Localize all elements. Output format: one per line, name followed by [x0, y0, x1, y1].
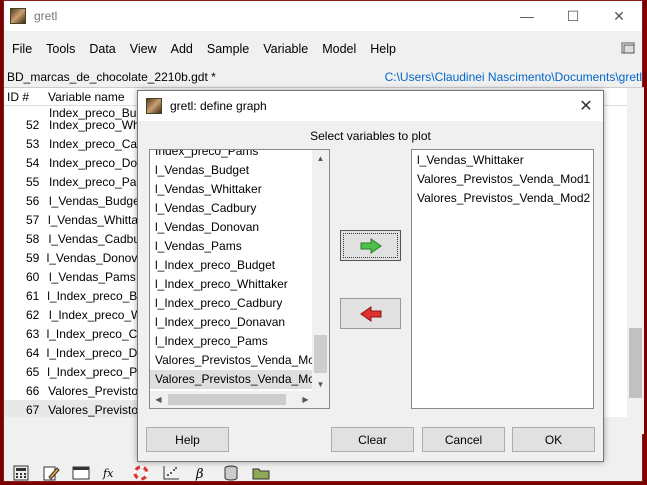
- scroll-left-icon[interactable]: ◀: [150, 391, 167, 408]
- window-list-icon[interactable]: [620, 40, 636, 56]
- list-item[interactable]: l_Index_preco_Budget: [150, 256, 314, 275]
- list-item[interactable]: l_Vendas_Whittaker: [412, 151, 593, 170]
- scroll-thumb[interactable]: [314, 335, 327, 373]
- variable-list-vscroll[interactable]: [627, 88, 644, 418]
- table-row[interactable]: 53 Index_preco_Cad: [4, 134, 144, 153]
- table-row[interactable]: 62 l_Index_preco_W: [4, 305, 144, 324]
- menu-variable[interactable]: Variable: [256, 42, 315, 56]
- table-row[interactable]: 60 l_Vendas_Pams: [4, 267, 144, 286]
- list-item[interactable]: l_Vendas_Whittaker: [150, 180, 314, 199]
- dialog-heading: Select variables to plot: [310, 129, 431, 143]
- fx-icon[interactable]: fx: [102, 465, 120, 481]
- remove-variable-button[interactable]: [340, 298, 401, 329]
- clear-button[interactable]: Clear: [331, 427, 414, 452]
- table-row[interactable]: 64 l_Index_preco_Do: [4, 343, 144, 362]
- menu-view[interactable]: View: [123, 42, 164, 56]
- table-row[interactable]: 57 l_Vendas_Whittak: [4, 210, 144, 229]
- list-item[interactable]: l_Vendas_Budget: [150, 161, 314, 180]
- list-item[interactable]: l_Index_preco_Whittaker: [150, 275, 314, 294]
- file-bar: BD_marcas_de_chocolate_2210b.gdt * C:\Us…: [4, 67, 642, 87]
- list-item[interactable]: l_Index_preco_Donavan: [150, 313, 314, 332]
- database-icon[interactable]: [222, 465, 240, 481]
- help-button[interactable]: Help: [146, 427, 229, 452]
- menu-add[interactable]: Add: [164, 42, 200, 56]
- list-item[interactable]: Index_preco_Pams: [150, 150, 314, 161]
- arrow-right-icon: [360, 237, 382, 254]
- menu-tools[interactable]: Tools: [39, 42, 82, 56]
- maximize-button[interactable]: ☐: [550, 1, 596, 31]
- dialog-titlebar: gretl: define graph ✕: [138, 91, 603, 121]
- list-item[interactable]: l_Vendas_Pams: [150, 237, 314, 256]
- dataset-filename: BD_marcas_de_chocolate_2210b.gdt *: [7, 70, 216, 84]
- col-id-header[interactable]: ID #: [4, 90, 42, 104]
- available-list-vscroll[interactable]: ▲ ▼: [312, 150, 329, 393]
- table-row[interactable]: 54 Index_preco_Don: [4, 153, 144, 172]
- close-button[interactable]: ✕: [596, 1, 642, 31]
- list-item[interactable]: l_Vendas_Donovan: [150, 218, 314, 237]
- ok-button[interactable]: OK: [512, 427, 595, 452]
- table-row[interactable]: 52 Index_preco_Wh: [4, 115, 144, 134]
- dataset-path: C:\Users\Claudinei Nascimento\Documents\…: [384, 70, 642, 84]
- list-item[interactable]: Valores_Previstos_Venda_Mod1: [412, 170, 593, 189]
- scroll-up-icon[interactable]: ▲: [312, 150, 329, 167]
- folder-icon[interactable]: [252, 465, 270, 481]
- bottom-toolbar: fx β: [4, 463, 642, 483]
- table-row[interactable]: 61 l_Index_preco_Bu: [4, 286, 144, 305]
- selected-variables-list: l_Vendas_Whittaker Valores_Previstos_Ven…: [411, 149, 594, 409]
- list-item[interactable]: l_Vendas_Cadbury: [150, 199, 314, 218]
- dialog-title: gretl: define graph: [170, 99, 267, 113]
- available-variables-list: Index_preco_Pams l_Vendas_Budget l_Venda…: [149, 149, 330, 409]
- svg-text:β: β: [195, 467, 204, 481]
- menu-help[interactable]: Help: [363, 42, 403, 56]
- terminal-icon[interactable]: [72, 465, 90, 481]
- scroll-thumb[interactable]: [168, 394, 286, 405]
- gretl-app-icon: [10, 8, 26, 24]
- table-row[interactable]: 66 Valores_Previstos: [4, 381, 144, 400]
- scatter-icon[interactable]: [162, 465, 180, 481]
- help-ring-icon[interactable]: [132, 465, 150, 481]
- available-list-hscroll[interactable]: ◀ ▶: [150, 391, 329, 408]
- list-item[interactable]: Valores_Previstos_Venda_Mod1: [150, 351, 314, 370]
- svg-text:fx: fx: [102, 467, 114, 480]
- table-row[interactable]: 56 l_Vendas_Budget: [4, 191, 144, 210]
- beta-icon[interactable]: β: [192, 465, 210, 481]
- table-row[interactable]: 58 l_Vendas_Cadbur: [4, 229, 144, 248]
- edit-icon[interactable]: [42, 465, 60, 481]
- menu-data[interactable]: Data: [82, 42, 122, 56]
- define-graph-dialog: gretl: define graph ✕ Select variables t…: [137, 90, 604, 462]
- dialog-close-icon[interactable]: ✕: [569, 91, 603, 121]
- table-row[interactable]: 63 l_Index_preco_Ca: [4, 324, 144, 343]
- calculator-icon[interactable]: [12, 465, 30, 481]
- table-row[interactable]: 65 l_Index_preco_Pa: [4, 362, 144, 381]
- col-name-header[interactable]: Variable name: [42, 90, 125, 104]
- menu-file[interactable]: File: [4, 42, 39, 56]
- main-titlebar: gretl — ☐ ✕: [4, 1, 642, 31]
- list-item[interactable]: Valores_Previstos_Venda_Mod2: [150, 370, 314, 389]
- window-title: gretl: [34, 9, 58, 23]
- list-item[interactable]: l_Index_preco_Pams: [150, 332, 314, 351]
- arrow-left-icon: [359, 305, 381, 322]
- table-row[interactable]: 59 l_Vendas_Donova: [4, 248, 144, 267]
- scroll-right-icon[interactable]: ▶: [297, 391, 314, 408]
- menu-model[interactable]: Model: [315, 42, 363, 56]
- cancel-button[interactable]: Cancel: [422, 427, 505, 452]
- gretl-dialog-icon: [146, 98, 162, 114]
- table-row[interactable]: 55 Index_preco_Pan: [4, 172, 144, 191]
- minimize-button[interactable]: —: [504, 1, 550, 31]
- list-item[interactable]: l_Index_preco_Cadbury: [150, 294, 314, 313]
- add-variable-button[interactable]: [340, 230, 401, 261]
- menu-sample[interactable]: Sample: [200, 42, 256, 56]
- list-item[interactable]: Valores_Previstos_Venda_Mod2: [412, 189, 593, 208]
- menubar: File Tools Data View Add Sample Variable…: [4, 39, 642, 59]
